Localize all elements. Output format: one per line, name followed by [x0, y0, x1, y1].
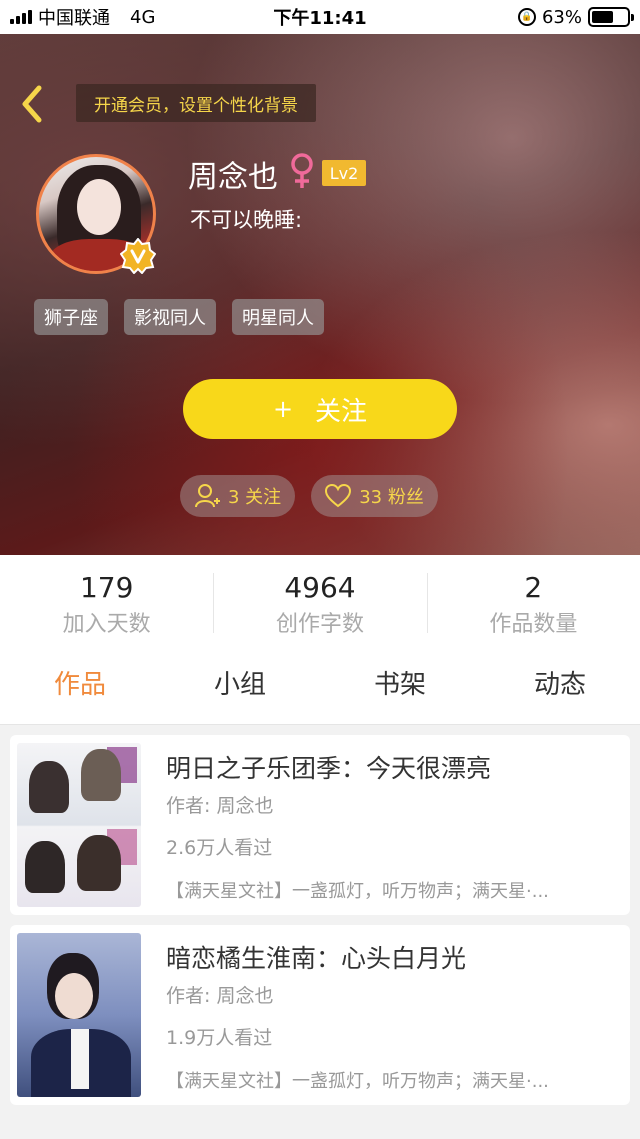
username: 周念也: [188, 160, 278, 195]
tag-item[interactable]: 明星同人: [232, 299, 324, 335]
fans-button[interactable]: 33 粉丝: [311, 475, 438, 517]
v-badge-icon: [120, 238, 156, 274]
status-right: 🔒 63%: [517, 6, 634, 28]
vip-background-banner[interactable]: 开通会员，设置个性化背景: [76, 84, 316, 122]
avatar[interactable]: [36, 154, 156, 274]
work-views: 1.9万人看过: [166, 1027, 273, 1049]
user-plus-icon: [195, 484, 220, 508]
work-item[interactable]: 明日之子乐团季：今天很漂亮 作者: 周念也 2.6万人看过 【满天星文社】一盏孤…: [10, 735, 630, 915]
stat-work-count: 2 作品数量: [426, 555, 640, 645]
chevron-left-icon: [22, 85, 42, 123]
signature: 不可以晚睡:: [190, 208, 303, 232]
work-title: 暗恋橘生淮南：心头白月光: [166, 944, 467, 973]
stat-value: 179: [79, 571, 134, 604]
level-badge: Lv2: [322, 160, 366, 186]
fans-count: 33 粉丝: [359, 487, 424, 508]
follow-label: 关注: [315, 396, 368, 427]
plus-icon: +: [272, 395, 294, 423]
work-cover: [17, 933, 141, 1097]
work-description: 【满天星文社】一盏孤灯，听万物声；满天星·...: [166, 1071, 549, 1092]
battery-percent: 63%: [541, 6, 582, 28]
tab-bookshelf[interactable]: 书架: [320, 645, 480, 724]
tab-activity[interactable]: 动态: [480, 645, 640, 724]
stat-label: 加入天数: [62, 612, 151, 637]
work-item[interactable]: 暗恋橘生淮南：心头白月光 作者: 周念也 1.9万人看过 【满天星文社】一盏孤灯…: [10, 925, 630, 1105]
follow-counters: 3 关注 33 粉丝: [180, 475, 438, 517]
back-button[interactable]: [14, 84, 50, 124]
status-left: 中国联通 4G: [10, 4, 155, 30]
stats-row: 179 加入天数 4964 创作字数 2 作品数量: [0, 555, 640, 645]
tag-list: 狮子座 影视同人 明星同人: [34, 299, 324, 335]
battery-icon: [588, 7, 634, 27]
tag-item[interactable]: 狮子座: [34, 299, 108, 335]
following-button[interactable]: 3 关注: [180, 475, 296, 517]
tab-bar: 作品 小组 书架 动态: [0, 645, 640, 725]
stat-value: 4964: [284, 571, 356, 604]
tab-works[interactable]: 作品: [0, 645, 160, 724]
work-author: 作者: 周念也: [166, 795, 274, 817]
work-description: 【满天星文社】一盏孤灯，听万物声；满天星·...: [166, 881, 549, 902]
work-cover: [17, 743, 141, 907]
tab-groups[interactable]: 小组: [160, 645, 320, 724]
status-bar: 中国联通 4G 下午11:41 🔒 63%: [0, 0, 640, 34]
stat-value: 2: [524, 571, 543, 604]
female-icon: [291, 153, 313, 188]
work-author: 作者: 周念也: [166, 985, 274, 1007]
stat-label: 作品数量: [489, 612, 578, 637]
stat-word-count: 4964 创作字数: [213, 555, 426, 645]
following-count: 3 关注: [228, 487, 282, 508]
work-title: 明日之子乐团季：今天很漂亮: [166, 754, 492, 783]
rotation-lock-icon: 🔒: [517, 8, 536, 26]
network-label: 4G: [130, 6, 156, 28]
heart-icon: [325, 484, 352, 508]
work-views: 2.6万人看过: [166, 837, 273, 859]
tag-item[interactable]: 影视同人: [124, 299, 216, 335]
carrier-label: 中国联通: [38, 8, 110, 29]
follow-button[interactable]: + 关注: [183, 379, 457, 439]
profile-header: 开通会员，设置个性化背景 周念也 Lv2 不可以晚睡: 狮子座 影视同人 明星同…: [0, 34, 640, 555]
signal-icon: [10, 10, 32, 24]
stat-join-days: 179 加入天数: [0, 555, 213, 645]
stat-label: 创作字数: [275, 612, 364, 637]
